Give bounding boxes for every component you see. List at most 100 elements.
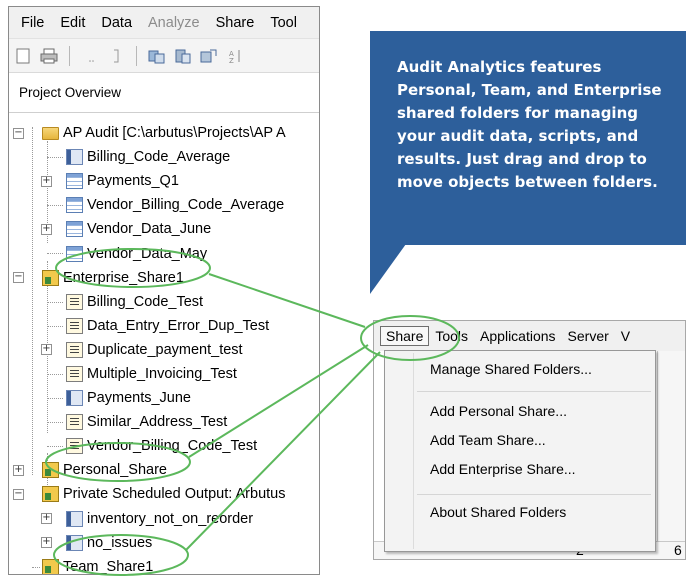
- expand-icon[interactable]: +: [41, 344, 52, 356]
- tree-line: [47, 422, 63, 424]
- tree-line: [47, 446, 63, 448]
- expand-icon[interactable]: +: [41, 537, 52, 549]
- tree-line: [47, 205, 63, 207]
- menu-applications[interactable]: Applications: [474, 328, 562, 344]
- tree-line: [47, 325, 63, 327]
- team-share-icon: [42, 558, 59, 574]
- tree-label: Similar_Address_Test: [87, 414, 228, 431]
- tree-label: Duplicate_payment_test: [87, 341, 243, 358]
- about-shared-folders-item[interactable]: About Shared Folders: [430, 504, 566, 520]
- tree-item-vendor-billing-code-test[interactable]: Vendor_Billing_Code_Test: [9, 434, 319, 458]
- report-icon: [66, 390, 83, 407]
- copy-icon[interactable]: [147, 46, 167, 66]
- feature-callout: Audit Analytics features Personal, Team,…: [370, 31, 686, 245]
- tree-item-multiple-invoicing-test[interactable]: Multiple_Invoicing_Test: [9, 362, 319, 386]
- tree-item-vendor-data-may[interactable]: Vendor_Data_May: [9, 241, 319, 265]
- sort-icon[interactable]: AZ: [225, 46, 245, 66]
- add-personal-share-item[interactable]: Add Personal Share...: [430, 403, 567, 419]
- report-icon: [66, 149, 83, 166]
- tree-label: Billing_Code_Test: [87, 293, 204, 310]
- menu-gutter: [413, 353, 414, 549]
- tree-label: Vendor_Billing_Code_Average: [87, 197, 285, 214]
- script-icon: [66, 414, 83, 431]
- tree-line: [47, 157, 63, 159]
- table-icon: [66, 173, 83, 190]
- callout-tail: [370, 244, 406, 294]
- tree-line: [47, 398, 63, 400]
- share-menu-bar: Share Tools Applications Server V: [374, 321, 685, 351]
- toolbar-separator: [69, 45, 70, 66]
- tree-label: no_issues: [87, 534, 153, 551]
- tree-label: Vendor_Data_May: [87, 245, 208, 262]
- print-icon[interactable]: [39, 46, 59, 66]
- add-team-share-item[interactable]: Add Team Share...: [430, 432, 546, 448]
- script-icon: [66, 341, 83, 358]
- menu-data[interactable]: Data: [93, 15, 140, 31]
- collapse-icon[interactable]: −: [13, 127, 24, 139]
- tree-item-vendor-data-june[interactable]: + Vendor_Data_June: [9, 217, 319, 241]
- script-icon: [66, 365, 83, 382]
- share-dropdown-menu: Manage Shared Folders... Add Personal Sh…: [384, 350, 656, 552]
- tree-line: [47, 253, 63, 255]
- tree-item-team-share1[interactable]: Team_Share1: [9, 555, 319, 574]
- expand-icon[interactable]: +: [41, 175, 52, 187]
- paste-icon[interactable]: [173, 46, 193, 66]
- tree-item-duplicate-payment-test[interactable]: + Duplicate_payment_test: [9, 338, 319, 362]
- expand-icon[interactable]: +: [13, 464, 24, 476]
- project-tree: − AP Audit [C:\arbutus\Projects\AP A Bil…: [9, 113, 319, 574]
- tree-label: Multiple_Invoicing_Test: [87, 365, 237, 382]
- private-output-icon: [42, 486, 59, 503]
- grid-cell-value-right: 6: [674, 542, 682, 558]
- report-icon: [66, 510, 83, 527]
- menu-share-active[interactable]: Share: [380, 326, 430, 346]
- tree-item-private-scheduled-output[interactable]: − Private Scheduled Output: Arbutus: [9, 482, 319, 506]
- tree-item-data-entry-error-dup-test[interactable]: Data_Entry_Error_Dup_Test: [9, 314, 319, 338]
- tree-item-billing-code-test[interactable]: Billing_Code_Test: [9, 290, 319, 314]
- export-icon[interactable]: [199, 46, 219, 66]
- expand-icon[interactable]: +: [41, 223, 52, 235]
- table-icon: [66, 245, 83, 262]
- menu-bar: File Edit Data Analyze Share Tool: [9, 7, 319, 39]
- menu-separator: [417, 494, 651, 495]
- toolbar: AZ: [9, 39, 319, 73]
- tree-item-no-issues[interactable]: + no_issues: [9, 531, 319, 555]
- tree-item-billing-code-average[interactable]: Billing_Code_Average: [9, 145, 319, 169]
- tree-item-enterprise-share1[interactable]: − Enterprise_Share1: [9, 266, 319, 290]
- tree-label: Personal_Share: [63, 462, 167, 479]
- tree-line: [32, 566, 40, 568]
- tree-item-payments-june[interactable]: Payments_June: [9, 386, 319, 410]
- expand-icon[interactable]: +: [41, 513, 52, 525]
- new-icon[interactable]: [13, 46, 33, 66]
- menu-server[interactable]: Server: [562, 328, 615, 344]
- menu-file[interactable]: File: [13, 15, 52, 31]
- table-icon: [66, 221, 83, 238]
- svg-text:Z: Z: [229, 57, 234, 64]
- collapse-icon[interactable]: −: [13, 272, 24, 284]
- script-icon: [66, 293, 83, 310]
- tree-item-similar-address-test[interactable]: Similar_Address_Test: [9, 410, 319, 434]
- menu-tools[interactable]: Tool: [262, 15, 305, 31]
- bracket-icon: [106, 46, 126, 66]
- callout-text: Audit Analytics features Personal, Team,…: [397, 58, 662, 191]
- menu-edit[interactable]: Edit: [52, 15, 93, 31]
- manage-shared-folders-item[interactable]: Manage Shared Folders...: [430, 361, 592, 377]
- tree-item-vendor-billing-code-average[interactable]: Vendor_Billing_Code_Average: [9, 193, 319, 217]
- menu-more[interactable]: V: [615, 328, 636, 344]
- script-icon: [66, 438, 83, 455]
- report-icon: [66, 534, 83, 551]
- menu-share[interactable]: Share: [208, 15, 263, 31]
- collapse-icon[interactable]: −: [13, 488, 24, 500]
- share-menu-screenshot: Share Tools Applications Server V 2 6 Ma…: [373, 320, 686, 560]
- tree-label: Enterprise_Share1: [63, 269, 184, 286]
- menu-analyze: Analyze: [148, 14, 200, 31]
- tree-item-ap-audit[interactable]: − AP Audit [C:\arbutus\Projects\AP A: [9, 121, 319, 145]
- menu-tools[interactable]: Tools: [429, 328, 474, 344]
- personal-share-icon: [42, 462, 59, 479]
- add-enterprise-share-item[interactable]: Add Enterprise Share...: [430, 461, 576, 477]
- tree-item-inventory-not-on-reorder[interactable]: + inventory_not_on_reorder: [9, 507, 319, 531]
- tree-label: inventory_not_on_reorder: [87, 510, 254, 527]
- tree-label: Billing_Code_Average: [87, 149, 231, 166]
- tree-label: AP Audit [C:\arbutus\Projects\AP A: [63, 125, 286, 142]
- tree-item-personal-share[interactable]: + Personal_Share: [9, 458, 319, 482]
- tree-item-payments-q1[interactable]: + Payments_Q1: [9, 169, 319, 193]
